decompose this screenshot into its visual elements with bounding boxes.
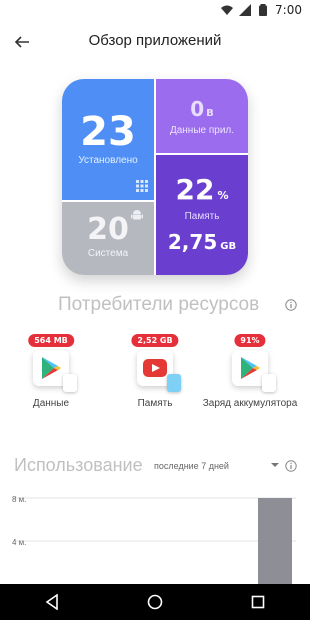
android-icon: [131, 210, 143, 220]
navigation-bar: [0, 584, 310, 620]
info-icon[interactable]: [285, 299, 297, 311]
app-data-value: 0B: [190, 97, 214, 121]
nav-back-button[interactable]: [40, 590, 64, 614]
consumer-item-data[interactable]: 564 MB Данные: [3, 334, 99, 424]
app-data-tile[interactable]: 0B Данные прил.: [156, 79, 248, 153]
mini-app-icon: [167, 374, 181, 392]
system-label: Система: [87, 248, 129, 259]
battery-icon: [259, 4, 268, 16]
chart-tick-label: 4 м.: [12, 538, 26, 547]
installed-tile[interactable]: 23 Установлено: [62, 79, 154, 200]
consumers-title: Потребители ресурсов: [58, 294, 260, 315]
circle-home-icon: [147, 594, 163, 610]
mini-app-icon: [63, 374, 77, 392]
triangle-back-icon: [45, 594, 58, 610]
memory-percent: 22%: [175, 173, 229, 206]
consumer-label: Данные: [32, 398, 70, 409]
consumer-item-battery[interactable]: 91% Заряд аккумулятора: [202, 334, 298, 424]
page-title: Обзор приложений: [88, 32, 222, 49]
chart-bar: [258, 498, 292, 584]
square-recents-icon: [252, 595, 265, 609]
usage-chart: 8 м. 4 м.: [12, 495, 296, 584]
memory-size: 2,75 GB: [167, 230, 237, 254]
memory-label: Память: [184, 211, 220, 222]
info-icon[interactable]: [285, 460, 297, 472]
play-store-icon: [33, 350, 77, 392]
signal-icon: [239, 4, 252, 16]
chart-tick-label: 8 м.: [12, 495, 26, 504]
app-data-label: Данные прил.: [169, 125, 235, 136]
clock: 7:00: [275, 3, 302, 17]
status-bar: 7:00: [0, 0, 310, 20]
consumer-badge: 564 MB: [28, 334, 74, 347]
consumer-label: Память: [137, 398, 173, 409]
play-store-icon: [232, 350, 276, 392]
overview-tiles: 23 Установлено 0B Данные прил. 22% Памят…: [62, 79, 248, 275]
memory-tile[interactable]: 22% Память 2,75 GB: [156, 155, 248, 275]
installed-count: 23: [80, 109, 136, 155]
usage-title: Использование: [14, 455, 143, 475]
consumer-badge: 2,52 GB: [131, 334, 179, 347]
consumer-badge: 91%: [234, 334, 266, 347]
dropdown-icon[interactable]: [270, 461, 280, 469]
app-bar: Обзор приложений: [0, 22, 310, 62]
mini-app-icon: [262, 374, 276, 392]
youtube-icon: [137, 350, 181, 392]
nav-recents-button[interactable]: [246, 590, 270, 614]
wifi-icon: [221, 5, 234, 15]
consumer-item-memory[interactable]: 2,52 GB Память: [107, 334, 203, 424]
app-screen: 7:00 Обзор приложений 23 Установлено 0B …: [0, 0, 310, 620]
system-tile[interactable]: 20 Система: [62, 202, 154, 275]
apps-grid-icon: [136, 180, 148, 192]
installed-label: Установлено: [78, 155, 138, 166]
nav-home-button[interactable]: [143, 590, 167, 614]
consumer-label: Заряд аккумулятора: [202, 398, 298, 409]
usage-period[interactable]: последние 7 дней: [154, 461, 229, 471]
